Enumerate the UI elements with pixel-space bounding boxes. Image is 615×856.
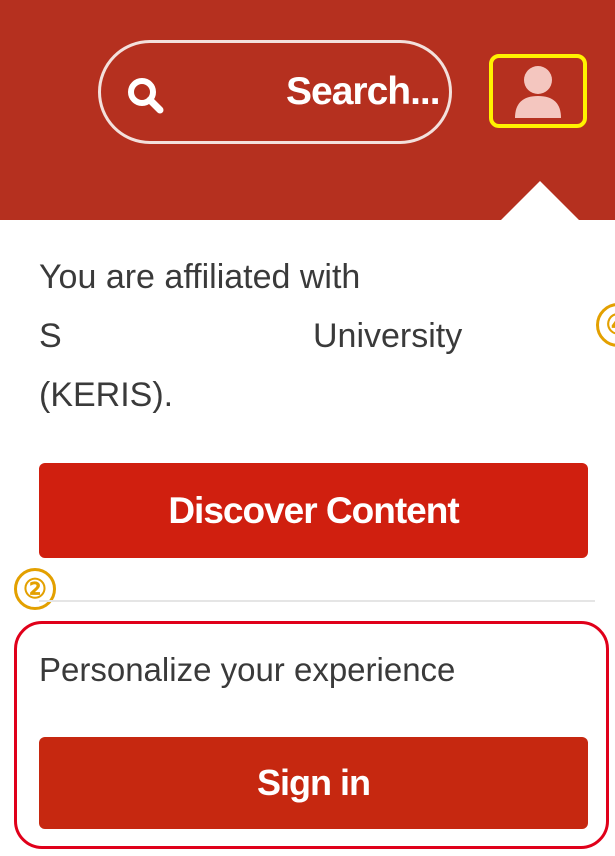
affiliation-text: You are affiliated with S University (KE… <box>39 248 499 425</box>
discover-content-button[interactable]: Discover Content <box>39 463 588 558</box>
affiliation-line-1: You are affiliated with <box>39 258 361 296</box>
annotation-marker-4: ④ <box>596 303 615 347</box>
user-menu-button[interactable] <box>489 54 587 128</box>
divider <box>39 600 595 602</box>
dropdown-caret <box>500 181 580 221</box>
annotation-marker-2: ② <box>14 568 56 610</box>
affiliation-line-3: (KERIS). <box>39 376 174 414</box>
affiliation-line-2: S University <box>39 307 499 366</box>
personalize-text: Personalize your experience <box>39 651 456 688</box>
sign-in-button[interactable]: Sign in <box>39 737 588 829</box>
user-icon <box>515 66 561 118</box>
top-header: Search... <box>0 0 615 221</box>
search-button[interactable]: Search... <box>98 40 452 144</box>
search-icon <box>128 78 164 114</box>
affiliation-name-start: S <box>39 317 62 355</box>
affiliation-name-end: University <box>313 317 463 355</box>
search-placeholder: Search... <box>286 70 441 113</box>
